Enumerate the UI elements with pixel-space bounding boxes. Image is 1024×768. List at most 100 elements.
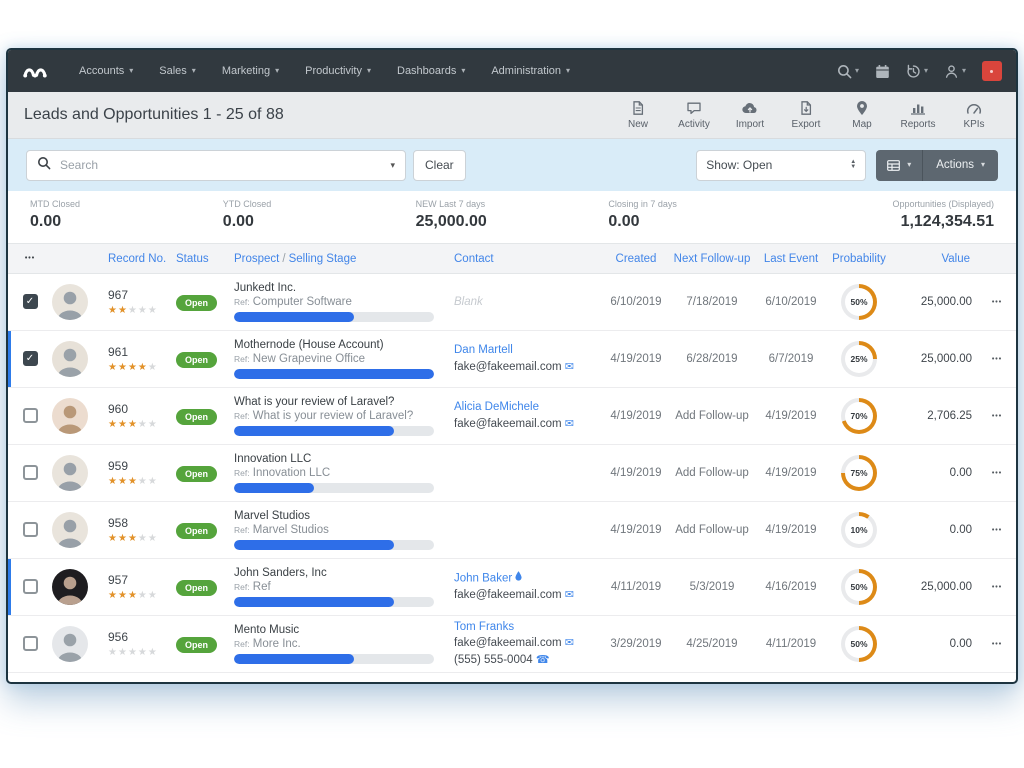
- star-rating[interactable]: ★★★★★: [108, 533, 176, 544]
- star-rating[interactable]: ★★★★★: [108, 362, 176, 373]
- nav-menu-marketing[interactable]: Marketing▾: [209, 50, 292, 92]
- table-row[interactable]: 958 ★★★★★ Open Marvel Studios Ref: Marve…: [8, 502, 1016, 559]
- row-checkbox[interactable]: [23, 579, 38, 594]
- nav-menu-accounts[interactable]: Accounts▾: [66, 50, 146, 92]
- view-mode-button[interactable]: ▾: [876, 150, 923, 181]
- prospect-name[interactable]: Innovation LLC: [234, 453, 440, 465]
- table-menu-icon[interactable]: •••: [8, 255, 52, 262]
- row-checkbox[interactable]: ✓: [23, 294, 38, 309]
- record-number[interactable]: 959: [108, 459, 176, 473]
- contact-name-link[interactable]: John Baker: [454, 572, 512, 584]
- table-row[interactable]: 960 ★★★★★ Open What is your review of La…: [8, 388, 1016, 445]
- star-rating[interactable]: ★★★★★: [108, 305, 176, 316]
- row-menu-button[interactable]: •••: [978, 413, 1016, 420]
- row-checkbox[interactable]: [23, 465, 38, 480]
- nav-menu-sales[interactable]: Sales▾: [146, 50, 209, 92]
- phone-icon[interactable]: ☎: [536, 654, 550, 666]
- prospect-name[interactable]: Mothernode (House Account): [234, 339, 440, 351]
- reports-button[interactable]: Reports: [892, 98, 944, 132]
- prospect-name[interactable]: What is your review of Laravel?: [234, 396, 440, 408]
- col-header-record-no[interactable]: Record No.: [108, 253, 176, 265]
- col-header-created[interactable]: Created: [602, 253, 670, 265]
- envelope-icon[interactable]: ✉: [565, 361, 574, 373]
- star-rating[interactable]: ★★★★★: [108, 647, 176, 658]
- record-number[interactable]: 961: [108, 345, 176, 359]
- search-scope-caret-icon[interactable]: ▾: [390, 160, 395, 171]
- row-checkbox[interactable]: [23, 522, 38, 537]
- col-header-value[interactable]: Value: [890, 253, 978, 265]
- table-row[interactable]: ✓ 967 ★★★★★ Open Junkedt Inc. Ref: Compu…: [8, 274, 1016, 331]
- col-header-last-event[interactable]: Last Event: [754, 253, 828, 265]
- next-followup[interactable]: 5/3/2019: [670, 581, 754, 593]
- record-number[interactable]: 956: [108, 630, 176, 644]
- next-followup[interactable]: 4/25/2019: [670, 638, 754, 650]
- star-rating[interactable]: ★★★★★: [108, 590, 176, 601]
- table-row[interactable]: 956 ★★★★★ Open Mento Music Ref: More Inc…: [8, 616, 1016, 673]
- contact-name-link[interactable]: Alicia DeMichele: [454, 401, 539, 413]
- contact-email: fake@fakeemail.com: [454, 637, 562, 649]
- map-button[interactable]: Map: [836, 98, 888, 132]
- star-rating[interactable]: ★★★★★: [108, 476, 176, 487]
- star-icon: ★: [118, 533, 128, 544]
- search-input[interactable]: [60, 158, 381, 172]
- row-checkbox[interactable]: [23, 636, 38, 651]
- next-followup[interactable]: Add Follow-up: [670, 410, 754, 422]
- row-menu-button[interactable]: •••: [978, 641, 1016, 648]
- calendar-icon[interactable]: [875, 64, 890, 79]
- envelope-icon[interactable]: ✉: [565, 637, 574, 649]
- search-box[interactable]: ▾: [26, 150, 406, 181]
- row-checkbox[interactable]: [23, 408, 38, 423]
- col-header-next-followup[interactable]: Next Follow-up: [670, 253, 754, 265]
- record-number[interactable]: 958: [108, 516, 176, 530]
- envelope-icon[interactable]: ✉: [565, 418, 574, 430]
- row-menu-button[interactable]: •••: [978, 584, 1016, 591]
- table-row[interactable]: 957 ★★★★★ Open John Sanders, Inc Ref: Re…: [8, 559, 1016, 616]
- record-number[interactable]: 967: [108, 288, 176, 302]
- next-followup[interactable]: Add Follow-up: [670, 524, 754, 536]
- clear-search-button[interactable]: Clear: [413, 150, 466, 181]
- row-checkbox[interactable]: ✓: [23, 351, 38, 366]
- prospect-name[interactable]: Junkedt Inc.: [234, 282, 440, 294]
- actions-button[interactable]: Actions ▾: [923, 150, 998, 181]
- activity-button[interactable]: Activity: [668, 98, 720, 132]
- table-row[interactable]: ✓ 961 ★★★★★ Open Mothernode (House Accou…: [8, 331, 1016, 388]
- history-icon[interactable]: ▾: [906, 64, 928, 79]
- user-icon[interactable]: ▾: [944, 64, 966, 79]
- record-number[interactable]: 957: [108, 573, 176, 587]
- opportunity-value: 25,000.00: [890, 581, 978, 593]
- new-button[interactable]: New: [612, 98, 664, 132]
- created-date: 4/19/2019: [602, 467, 670, 479]
- contact-name-link[interactable]: Tom Franks: [454, 621, 514, 633]
- contact-name-link[interactable]: Dan Martell: [454, 344, 513, 356]
- envelope-icon[interactable]: ✉: [565, 589, 574, 601]
- search-icon[interactable]: ▾: [837, 64, 859, 79]
- col-header-status[interactable]: Status: [176, 253, 234, 265]
- star-rating[interactable]: ★★★★★: [108, 419, 176, 430]
- nav-menu-dashboards[interactable]: Dashboards▾: [384, 50, 478, 92]
- row-menu-button[interactable]: •••: [978, 470, 1016, 477]
- prospect-name[interactable]: John Sanders, Inc: [234, 567, 440, 579]
- table-row[interactable]: 959 ★★★★★ Open Innovation LLC Ref: Innov…: [8, 445, 1016, 502]
- next-followup[interactable]: Add Follow-up: [670, 467, 754, 479]
- kpis-button[interactable]: KPIs: [948, 98, 1000, 132]
- export-button[interactable]: Export: [780, 98, 832, 132]
- show-filter-select[interactable]: Show: Open ▲▼: [696, 150, 866, 181]
- import-button[interactable]: Import: [724, 98, 776, 132]
- row-menu-button[interactable]: •••: [978, 299, 1016, 306]
- prospect-name[interactable]: Marvel Studios: [234, 510, 440, 522]
- row-menu-button[interactable]: •••: [978, 356, 1016, 363]
- nav-menu-productivity[interactable]: Productivity▾: [292, 50, 384, 92]
- kpi-stat: Opportunities (Displayed) 1,124,354.51: [801, 199, 994, 243]
- prospect-name[interactable]: Mento Music: [234, 624, 440, 636]
- record-number[interactable]: 960: [108, 402, 176, 416]
- probability-donut: 10%: [841, 512, 877, 548]
- brand-logo-icon[interactable]: [22, 62, 48, 80]
- next-followup[interactable]: 6/28/2019: [670, 353, 754, 365]
- row-menu-button[interactable]: •••: [978, 527, 1016, 534]
- col-header-probability[interactable]: Probability: [828, 253, 890, 265]
- next-followup[interactable]: 7/18/2019: [670, 296, 754, 308]
- col-header-prospect[interactable]: Prospect/Selling Stage: [234, 253, 454, 265]
- nav-menu-administration[interactable]: Administration▾: [478, 50, 583, 92]
- app-launcher-button[interactable]: [982, 61, 1002, 81]
- col-header-contact[interactable]: Contact: [454, 253, 602, 265]
